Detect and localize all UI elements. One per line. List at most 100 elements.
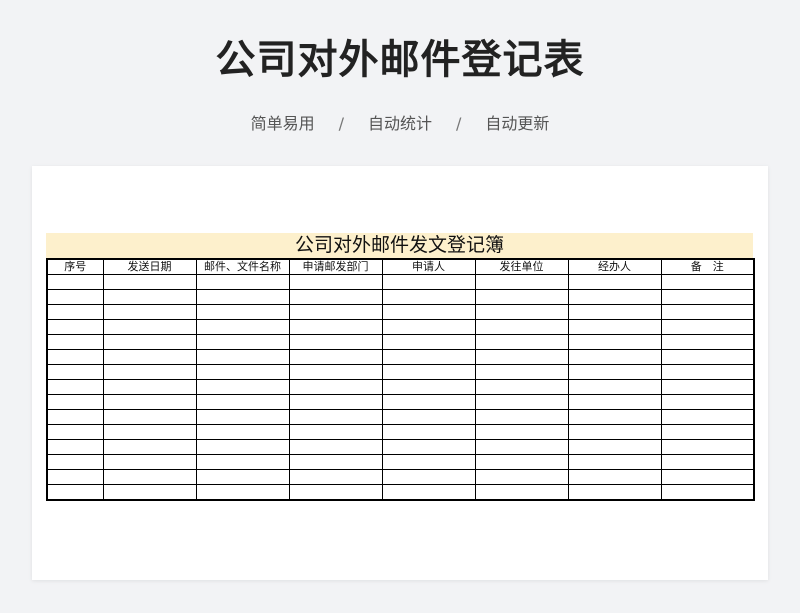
- table-cell[interactable]: [567, 304, 662, 320]
- table-cell[interactable]: [46, 394, 104, 410]
- table-cell[interactable]: [195, 304, 290, 320]
- table-cell[interactable]: [288, 364, 383, 380]
- table-cell[interactable]: [195, 484, 290, 501]
- table-cell[interactable]: [567, 469, 662, 485]
- table-cell[interactable]: [46, 469, 104, 485]
- table-cell[interactable]: [567, 349, 662, 365]
- table-cell[interactable]: [660, 379, 755, 395]
- table-cell[interactable]: [474, 469, 569, 485]
- table-cell[interactable]: [195, 394, 290, 410]
- table-cell[interactable]: [474, 379, 569, 395]
- table-cell[interactable]: [567, 319, 662, 335]
- table-cell[interactable]: [567, 274, 662, 290]
- table-cell[interactable]: [46, 439, 104, 455]
- table-cell[interactable]: [102, 454, 197, 470]
- table-cell[interactable]: [102, 439, 197, 455]
- table-cell[interactable]: [474, 274, 569, 290]
- table-cell[interactable]: [381, 439, 476, 455]
- table-cell[interactable]: [102, 424, 197, 440]
- table-cell[interactable]: [474, 334, 569, 350]
- table-cell[interactable]: [288, 379, 383, 395]
- table-cell[interactable]: [46, 304, 104, 320]
- table-cell[interactable]: [474, 409, 569, 425]
- table-cell[interactable]: [46, 349, 104, 365]
- table-cell[interactable]: [195, 334, 290, 350]
- table-cell[interactable]: [195, 409, 290, 425]
- table-cell[interactable]: [46, 409, 104, 425]
- table-cell[interactable]: [567, 484, 662, 501]
- table-cell[interactable]: [660, 319, 755, 335]
- table-cell[interactable]: [195, 469, 290, 485]
- table-cell[interactable]: [474, 304, 569, 320]
- table-cell[interactable]: [474, 394, 569, 410]
- table-cell[interactable]: [102, 409, 197, 425]
- table-cell[interactable]: [567, 379, 662, 395]
- table-cell[interactable]: [660, 349, 755, 365]
- table-cell[interactable]: [288, 424, 383, 440]
- table-cell[interactable]: [381, 349, 476, 365]
- table-cell[interactable]: [381, 454, 476, 470]
- table-cell[interactable]: [381, 469, 476, 485]
- table-cell[interactable]: [288, 409, 383, 425]
- table-cell[interactable]: [381, 379, 476, 395]
- table-cell[interactable]: [567, 394, 662, 410]
- table-cell[interactable]: [288, 469, 383, 485]
- table-cell[interactable]: [102, 364, 197, 380]
- table-cell[interactable]: [288, 319, 383, 335]
- table-cell[interactable]: [195, 289, 290, 305]
- table-cell[interactable]: [288, 484, 383, 501]
- table-cell[interactable]: [288, 394, 383, 410]
- table-cell[interactable]: [381, 289, 476, 305]
- table-cell[interactable]: [195, 454, 290, 470]
- table-cell[interactable]: [46, 454, 104, 470]
- table-cell[interactable]: [660, 289, 755, 305]
- table-cell[interactable]: [660, 424, 755, 440]
- table-cell[interactable]: [567, 364, 662, 380]
- table-cell[interactable]: [660, 334, 755, 350]
- table-cell[interactable]: [567, 454, 662, 470]
- table-cell[interactable]: [474, 454, 569, 470]
- table-cell[interactable]: [660, 274, 755, 290]
- table-cell[interactable]: [660, 304, 755, 320]
- table-cell[interactable]: [102, 394, 197, 410]
- table-cell[interactable]: [288, 304, 383, 320]
- table-cell[interactable]: [46, 289, 104, 305]
- table-cell[interactable]: [195, 364, 290, 380]
- table-cell[interactable]: [474, 289, 569, 305]
- table-cell[interactable]: [474, 484, 569, 501]
- table-cell[interactable]: [381, 484, 476, 501]
- table-cell[interactable]: [567, 424, 662, 440]
- table-cell[interactable]: [288, 439, 383, 455]
- table-cell[interactable]: [46, 484, 104, 501]
- table-cell[interactable]: [474, 349, 569, 365]
- table-cell[interactable]: [660, 454, 755, 470]
- table-cell[interactable]: [46, 274, 104, 290]
- table-cell[interactable]: [474, 424, 569, 440]
- table-cell[interactable]: [46, 424, 104, 440]
- table-cell[interactable]: [195, 379, 290, 395]
- table-cell[interactable]: [381, 424, 476, 440]
- table-cell[interactable]: [381, 364, 476, 380]
- table-cell[interactable]: [46, 319, 104, 335]
- table-cell[interactable]: [660, 439, 755, 455]
- table-cell[interactable]: [102, 469, 197, 485]
- table-cell[interactable]: [381, 274, 476, 290]
- table-cell[interactable]: [195, 319, 290, 335]
- table-cell[interactable]: [102, 319, 197, 335]
- table-cell[interactable]: [660, 364, 755, 380]
- table-cell[interactable]: [46, 334, 104, 350]
- table-cell[interactable]: [102, 289, 197, 305]
- table-cell[interactable]: [102, 379, 197, 395]
- table-cell[interactable]: [381, 304, 476, 320]
- table-cell[interactable]: [288, 334, 383, 350]
- table-cell[interactable]: [474, 364, 569, 380]
- table-cell[interactable]: [567, 409, 662, 425]
- table-cell[interactable]: [474, 319, 569, 335]
- table-cell[interactable]: [567, 439, 662, 455]
- table-cell[interactable]: [102, 484, 197, 501]
- table-cell[interactable]: [195, 439, 290, 455]
- table-cell[interactable]: [660, 469, 755, 485]
- table-cell[interactable]: [567, 289, 662, 305]
- table-cell[interactable]: [288, 454, 383, 470]
- table-cell[interactable]: [102, 334, 197, 350]
